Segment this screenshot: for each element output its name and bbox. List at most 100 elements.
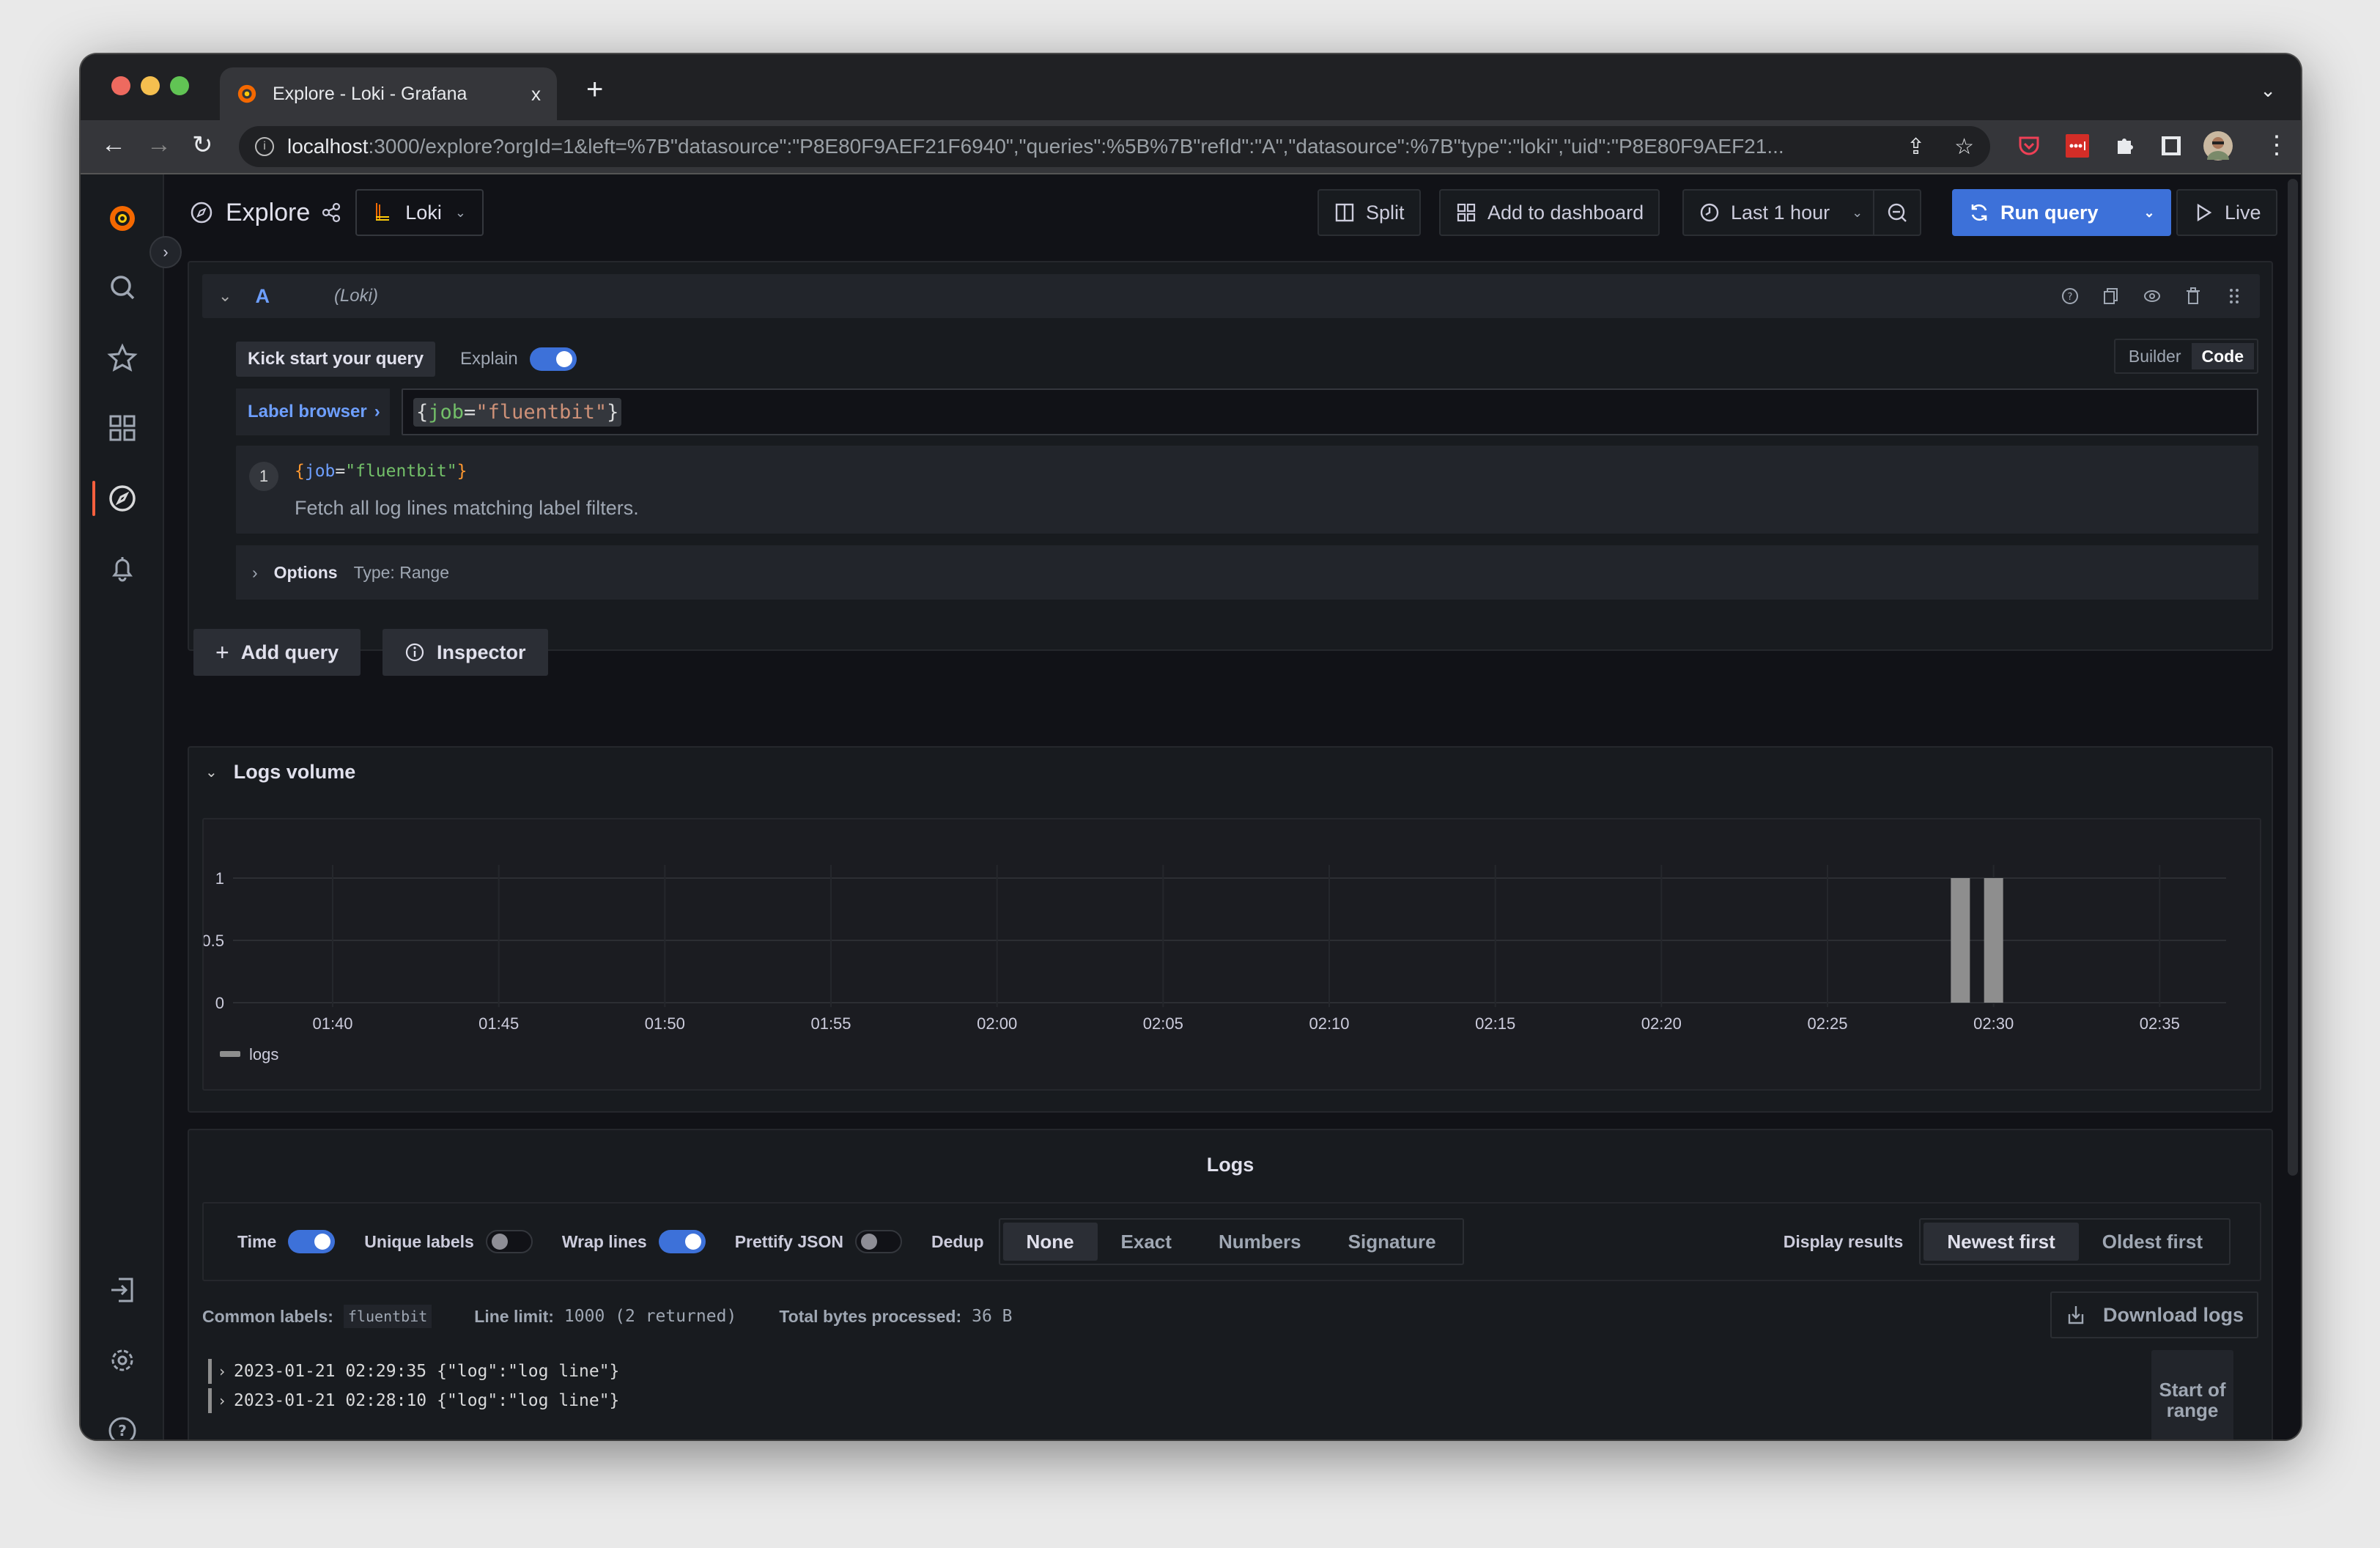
expand-chevron-icon[interactable]: › (218, 1392, 226, 1409)
sign-in-icon[interactable] (105, 1272, 140, 1308)
configuration-gear-icon[interactable] (105, 1343, 140, 1378)
sidebar-toggle-icon[interactable] (2159, 133, 2184, 158)
unique-labels-option: Unique labels (364, 1230, 533, 1253)
run-query-options-chevron-icon[interactable]: ⌄ (2129, 205, 2170, 221)
x-tick-label: 01:45 (478, 1014, 519, 1033)
query-expression-input[interactable]: {job="fluentbit"} (402, 388, 2258, 435)
dashboards-icon[interactable] (105, 410, 140, 446)
x-tick-label: 02:10 (1309, 1014, 1349, 1033)
expand-menu-button[interactable]: › (149, 236, 182, 268)
logs-volume-header[interactable]: ⌄ Logs volume (205, 761, 355, 784)
order-newest-first[interactable]: Newest first (1923, 1223, 2079, 1261)
dedup-exact[interactable]: Exact (1098, 1223, 1195, 1261)
chevron-down-icon: ⌄ (454, 204, 466, 220)
expand-chevron-icon[interactable]: › (218, 1363, 226, 1380)
datasource-name: Loki (405, 201, 442, 224)
window-close-button[interactable] (111, 76, 130, 95)
starred-icon[interactable] (105, 340, 140, 375)
share-page-icon[interactable]: ⇪ (1907, 134, 1925, 160)
dedup-option: Dedup None Exact Numbers Signature (931, 1218, 1464, 1265)
help-icon[interactable]: ? (2059, 285, 2081, 307)
browser-tab-active[interactable]: Explore - Loki - Grafana x (220, 67, 557, 120)
dashboard-grid-icon (1457, 203, 1476, 222)
lastpass-extension-icon[interactable] (2065, 133, 2090, 158)
order-oldest-first[interactable]: Oldest first (2079, 1223, 2226, 1261)
datasource-picker[interactable]: Loki ⌄ (355, 189, 484, 236)
alerting-bell-icon[interactable] (105, 551, 140, 586)
unique-labels-toggle[interactable] (485, 1230, 533, 1253)
builder-mode-button[interactable]: Builder (2118, 343, 2192, 369)
loki-logo-icon (376, 203, 390, 221)
explore-compass-icon[interactable] (105, 481, 140, 516)
prettify-json-toggle[interactable] (854, 1230, 902, 1253)
search-icon[interactable] (105, 270, 140, 305)
grafana-logo-icon[interactable] (105, 201, 140, 236)
explore-icon (191, 202, 212, 224)
explain-toggle[interactable] (529, 347, 577, 371)
side-menu: ? (81, 174, 164, 1440)
explain-label: Explain (460, 349, 518, 369)
new-tab-button[interactable]: + (586, 73, 603, 106)
split-button[interactable]: Split (1318, 189, 1421, 236)
window-maximize-button[interactable] (170, 76, 189, 95)
time-toggle[interactable] (288, 1230, 336, 1253)
time-range-picker[interactable]: Last 1 hour ⌄ (1682, 189, 1922, 236)
query-options-row[interactable]: › Options Type: Range (236, 545, 2258, 600)
info-circle-icon (405, 643, 424, 662)
inspector-label: Inspector (437, 641, 526, 663)
duplicate-query-icon[interactable] (2100, 285, 2122, 307)
log-row[interactable]: › 2023-01-21 02:28:10 {"log":"log line"} (208, 1388, 619, 1413)
tab-close-icon[interactable]: x (531, 83, 541, 106)
start-of-range-marker[interactable]: Start of range (2151, 1350, 2233, 1440)
hide-query-eye-icon[interactable] (2141, 285, 2163, 307)
zoom-out-button[interactable] (1873, 191, 1920, 235)
page-scrollbar[interactable] (2285, 174, 2301, 1440)
log-row[interactable]: › 2023-01-21 02:29:35 {"log":"log line"} (208, 1359, 619, 1384)
run-query-button[interactable]: Run query ⌄ (1952, 189, 2171, 236)
svg-text:?: ? (2068, 292, 2073, 303)
url-text[interactable]: localhost:3000/explore?orgId=1&left=%7B"… (287, 135, 1877, 158)
log-line: {"log":"log line"} (437, 1391, 620, 1410)
site-info-icon[interactable]: i (255, 137, 274, 156)
browser-menu-icon[interactable]: ⋮ (2264, 130, 2289, 160)
window-minimize-button[interactable] (141, 76, 160, 95)
scrollbar-thumb[interactable] (2288, 179, 2298, 1176)
profile-avatar[interactable] (2203, 130, 2233, 161)
dedup-numbers[interactable]: Numbers (1195, 1223, 1325, 1261)
wrap-lines-toggle[interactable] (658, 1230, 706, 1253)
inspector-button[interactable]: Inspector (382, 629, 548, 676)
extensions-puzzle-icon[interactable] (2112, 133, 2137, 158)
bytes-processed-value: 36 B (972, 1307, 1013, 1326)
address-bar[interactable]: i localhost:3000/explore?orgId=1&left=%7… (239, 126, 1990, 167)
dedup-none[interactable]: None (1002, 1223, 1098, 1261)
logs-volume-panel: ⌄ Logs volume 0 0.5 1 01:40 01:45 01:50 01:55 0… (188, 746, 2273, 1113)
add-query-button[interactable]: + Add query (193, 629, 361, 676)
live-button[interactable]: Live (2176, 189, 2277, 236)
share-icon[interactable] (320, 202, 342, 224)
prettify-json-label: Prettify JSON (734, 1231, 843, 1251)
kick-start-query-button[interactable]: Kick start your query (236, 342, 436, 377)
reload-button[interactable]: ↻ (192, 130, 213, 160)
help-icon[interactable]: ? (105, 1413, 140, 1440)
tab-search-chevron-icon[interactable]: ⌄ (2260, 79, 2276, 102)
forward-button[interactable]: → (147, 130, 171, 159)
collapse-chevron-icon[interactable]: ⌄ (218, 287, 232, 306)
explain-toggle-group: Explain (460, 342, 577, 377)
explain-step-number: 1 (249, 462, 278, 491)
wrap-lines-label: Wrap lines (561, 1231, 647, 1251)
bookmark-star-icon[interactable]: ☆ (1954, 134, 1974, 160)
query-ref-id[interactable]: A (255, 285, 270, 308)
back-button[interactable]: ← (101, 130, 126, 159)
drag-handle-icon[interactable] (2223, 285, 2245, 307)
add-to-dashboard-button[interactable]: Add to dashboard (1439, 189, 1660, 236)
grafana-app: ? › Explore Loki ⌄ Split Add to dashboar… (81, 174, 2301, 1440)
label-browser-button[interactable]: Label browser › (236, 388, 390, 435)
code-mode-button[interactable]: Code (2191, 343, 2254, 369)
dedup-signature[interactable]: Signature (1325, 1223, 1460, 1261)
y-tick-label: 0 (215, 994, 224, 1012)
pocket-extension-icon[interactable] (2017, 133, 2041, 158)
x-tick-label: 01:55 (810, 1014, 851, 1033)
run-query-label: Run query (2000, 201, 2099, 224)
delete-query-trash-icon[interactable] (2182, 285, 2204, 307)
download-logs-button[interactable]: Download logs (2050, 1291, 2258, 1338)
